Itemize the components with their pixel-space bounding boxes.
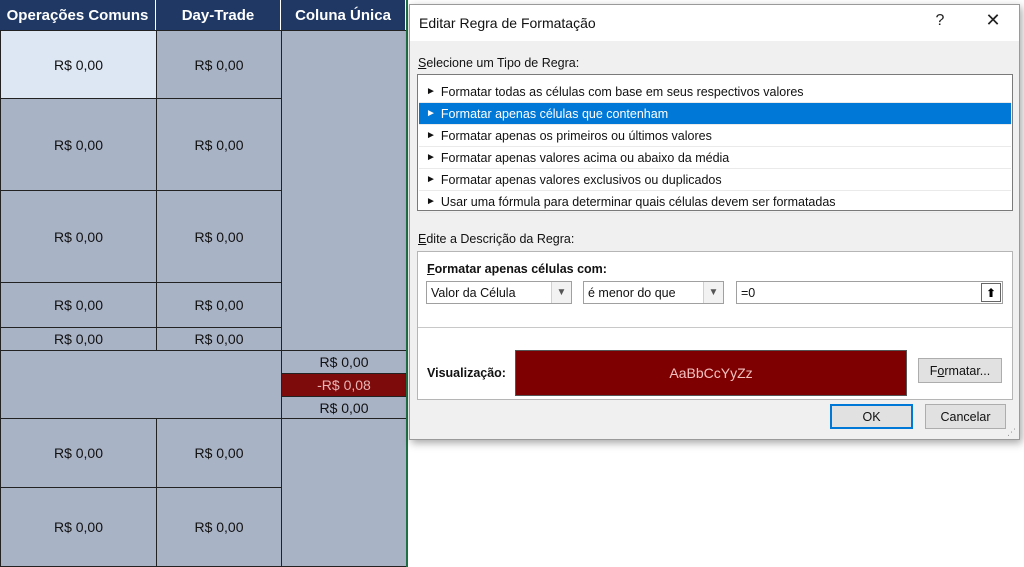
triangle-right-icon: ► <box>426 130 436 141</box>
help-icon[interactable]: ? <box>930 12 950 30</box>
collapse-dialog-icon[interactable]: ⬆ <box>981 283 1001 302</box>
column-header-day-trade[interactable]: Day-Trade <box>156 0 281 30</box>
rule-type-item[interactable]: ► Formatar todas as células com base em s… <box>419 81 1011 103</box>
cell-r2c1[interactable]: R$ 0,00 <box>0 98 157 191</box>
dialog-title: Editar Regra de Formatação <box>419 15 596 31</box>
cell-r8c2[interactable]: R$ 0,00 <box>156 487 282 567</box>
chevron-down-icon[interactable]: ▼ <box>703 282 723 303</box>
format-button[interactable]: Fo rmatar... <box>918 358 1002 383</box>
cell-unica-3[interactable]: R$ 0,00 <box>281 396 407 419</box>
cell-r4c1[interactable]: R$ 0,00 <box>0 282 157 328</box>
ok-button[interactable]: OK <box>830 404 913 429</box>
operator-select[interactable]: é menor do que ▼ <box>583 281 724 304</box>
resize-grip-icon[interactable]: ⋰ <box>1007 427 1017 437</box>
column-header-operacoes-comuns[interactable]: Operações Comuns <box>0 0 156 30</box>
cell-unica-2-negative[interactable]: -R$ 0,08 <box>281 373 407 397</box>
dialog-titlebar[interactable]: Editar Regra de Formatação ? ✕ <box>410 5 1019 41</box>
rule-description-panel: Formatar apenas células com: Valor da Cé… <box>417 251 1013 400</box>
close-icon[interactable]: ✕ <box>982 10 1004 31</box>
spreadsheet: Operações Comuns Day-Trade Coluna Única … <box>0 0 408 567</box>
triangle-right-icon: ► <box>426 152 436 163</box>
select-rule-type-label: Selecione um Tipo de Regra: <box>418 56 580 70</box>
rule-type-item[interactable]: ► Formatar apenas os primeiros ou últimos… <box>419 125 1011 147</box>
column-divider <box>406 0 408 567</box>
triangle-right-icon: ► <box>426 196 436 207</box>
cell-r5c2[interactable]: R$ 0,00 <box>156 327 282 351</box>
cancel-button[interactable]: Cancelar <box>925 404 1006 429</box>
format-preview: AaBbCcYyZz <box>515 350 907 396</box>
triangle-right-icon: ► <box>426 174 436 185</box>
format-only-cells-with-label: Formatar apenas células com: <box>427 262 607 276</box>
edit-formatting-rule-dialog: Editar Regra de Formatação ? ✕ Selecione… <box>409 4 1020 440</box>
cell-r8c1[interactable]: R$ 0,00 <box>0 487 157 567</box>
cell-coluna-unica-merged[interactable] <box>281 30 407 351</box>
cell-r7c3[interactable] <box>281 418 407 567</box>
cell-r5c1[interactable]: R$ 0,00 <box>0 327 157 351</box>
cell-r4c2[interactable]: R$ 0,00 <box>156 282 282 328</box>
column-header-coluna-unica[interactable]: Coluna Única <box>281 0 406 30</box>
cell-r2c2[interactable]: R$ 0,00 <box>156 98 282 191</box>
cell-r3c1[interactable]: R$ 0,00 <box>0 190 157 283</box>
cell-r7c2[interactable]: R$ 0,00 <box>156 418 282 488</box>
divider <box>418 327 1012 328</box>
condition-field-select[interactable]: Valor da Célula ▼ <box>426 281 572 304</box>
rule-type-item[interactable]: ► Formatar apenas valores acima ou abaixo… <box>419 147 1011 169</box>
cell-r1c1[interactable]: R$ 0,00 <box>0 30 157 99</box>
rule-type-item[interactable]: ► Usar uma fórmula para determinar quais … <box>419 191 1011 213</box>
cell-unica-1[interactable]: R$ 0,00 <box>281 350 407 374</box>
rule-type-item-selected[interactable]: ► Formatar apenas células que contenham <box>419 103 1011 125</box>
cell-r7c1[interactable]: R$ 0,00 <box>0 418 157 488</box>
cell-r3c2[interactable]: R$ 0,00 <box>156 190 282 283</box>
rule-type-list[interactable]: ► Formatar todas as células com base em s… <box>417 74 1013 213</box>
value-input[interactable]: =0 ⬆ <box>736 281 1003 304</box>
preview-label: Visualização: <box>427 366 506 380</box>
edit-rule-description-label: Edite a Descrição da Regra: <box>418 232 575 246</box>
triangle-right-icon: ► <box>426 86 436 97</box>
chevron-down-icon[interactable]: ▼ <box>551 282 571 303</box>
rule-type-item[interactable]: ► Formatar apenas valores exclusivos ou d… <box>419 169 1011 191</box>
cell-r1c2[interactable]: R$ 0,00 <box>156 30 282 99</box>
cell-merged-empty[interactable] <box>0 350 282 419</box>
triangle-right-icon: ► <box>426 108 436 119</box>
